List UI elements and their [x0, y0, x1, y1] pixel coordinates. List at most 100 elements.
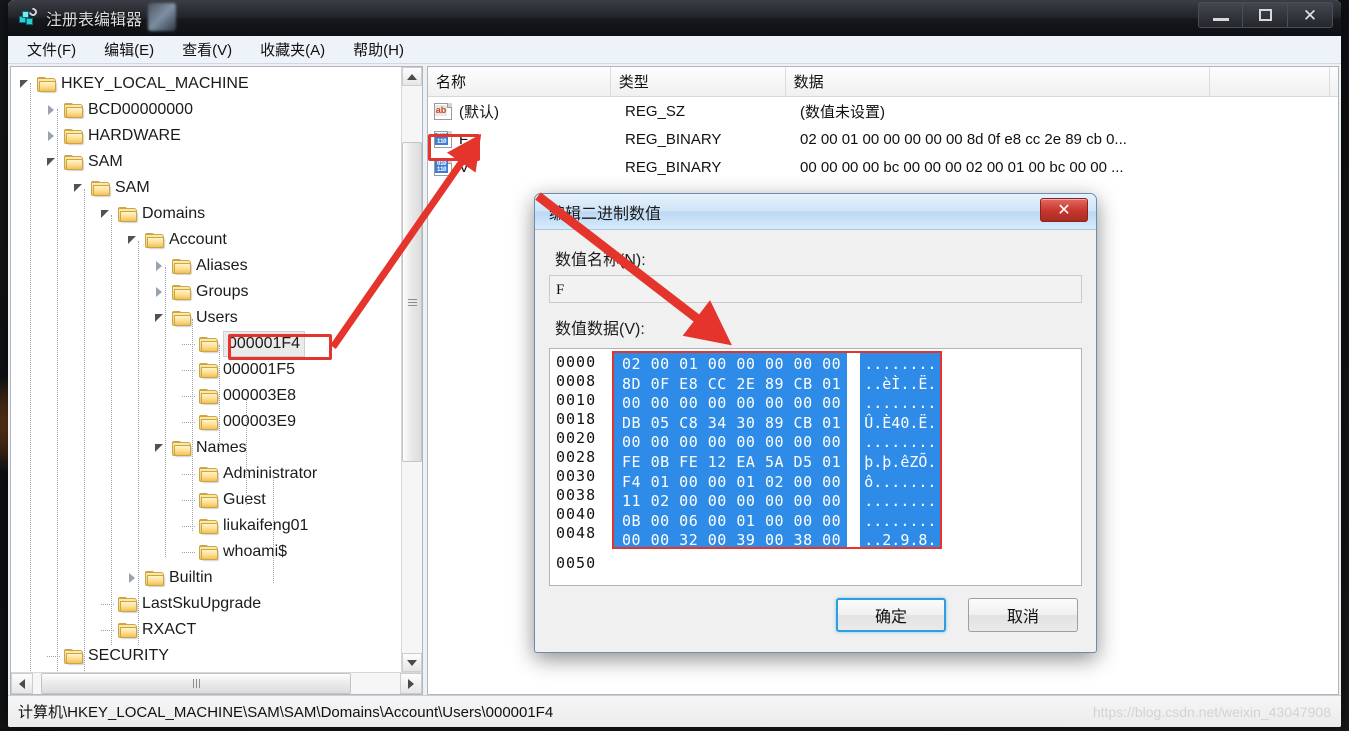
tree-node[interactable]: SAM	[11, 149, 401, 175]
tree-node-label: RXACT	[142, 621, 197, 638]
tree-node[interactable]: Groups	[11, 279, 401, 305]
tree-node[interactable]: RXACT	[11, 617, 401, 643]
folder-icon	[118, 622, 137, 638]
tree-node[interactable]: Guest	[11, 487, 401, 513]
cell-value-data: (数值未设置)	[800, 103, 885, 121]
expand-triangle-icon[interactable]	[44, 97, 58, 123]
scroll-right-button[interactable]	[400, 673, 422, 694]
tree-node[interactable]: Names	[11, 435, 401, 461]
tree-connector	[182, 422, 195, 423]
maximize-button[interactable]	[1243, 2, 1288, 28]
table-row[interactable]: 010 110 F REG_BINARY 02 00 01 00 00 00 00 00…	[428, 125, 1338, 153]
tree-node[interactable]: 000001F4	[11, 331, 401, 357]
tree-connector	[182, 552, 195, 553]
tree-node[interactable]: 000003E8	[11, 383, 401, 409]
tree-node[interactable]: HKEY_LOCAL_MACHINE	[11, 71, 401, 97]
tree-node[interactable]: BCD00000000	[11, 97, 401, 123]
menu-help[interactable]: 帮助(H)	[350, 37, 407, 62]
hex-selection-region[interactable]: 02 00 01 00 00 00 00 00 8D 0F E8 CC 2E 8…	[612, 351, 943, 549]
tree-connector	[182, 396, 195, 397]
dialog-close-icon[interactable]: ✕	[1040, 198, 1088, 222]
tree-node-label: 000003E8	[223, 387, 296, 404]
tree-guide-line	[192, 319, 193, 531]
folder-icon	[199, 414, 218, 430]
expand-triangle-icon[interactable]	[125, 565, 139, 591]
scroll-left-button[interactable]	[11, 673, 33, 694]
tree-node[interactable]: Aliases	[11, 253, 401, 279]
scroll-thumb[interactable]	[402, 142, 422, 462]
value-name-label: 数值名称(N):	[555, 252, 646, 269]
collapse-triangle-icon[interactable]	[152, 305, 166, 331]
dialog-footer: 确定 取消	[535, 586, 1096, 652]
collapse-triangle-icon[interactable]	[125, 227, 139, 253]
expand-triangle-icon[interactable]	[44, 123, 58, 149]
tree-node-label: Users	[196, 309, 238, 326]
close-button[interactable]: ✕	[1288, 2, 1333, 28]
tree-horizontal-scrollbar[interactable]	[11, 672, 422, 694]
tree-node[interactable]: Users	[11, 305, 401, 331]
column-header-type[interactable]: 类型	[611, 67, 786, 96]
annotation-box-f-value	[428, 134, 480, 161]
folder-icon	[172, 310, 191, 326]
column-header-data[interactable]: 数据	[786, 67, 1211, 96]
tree-node[interactable]: liukaifeng01	[11, 513, 401, 539]
expand-triangle-icon[interactable]	[152, 279, 166, 305]
collapse-triangle-icon[interactable]	[44, 149, 58, 175]
tree-node[interactable]: Account	[11, 227, 401, 253]
scroll-down-button[interactable]	[402, 653, 422, 672]
collapse-triangle-icon[interactable]	[17, 71, 31, 97]
table-row[interactable]: 010 110 V REG_BINARY 00 00 00 00 bc 00 00 00…	[428, 153, 1338, 181]
tree-node[interactable]: SECURITY	[11, 643, 401, 669]
scroll-up-button[interactable]	[402, 67, 422, 86]
hscroll-thumb[interactable]	[41, 673, 351, 694]
menu-file[interactable]: 文件(F)	[24, 37, 79, 62]
ok-button[interactable]: 确定	[836, 598, 946, 632]
folder-icon	[199, 466, 218, 482]
tree-node-label: liukaifeng01	[223, 517, 309, 534]
tree-connector	[101, 604, 114, 605]
column-header-filler2	[1330, 67, 1338, 96]
tree-node[interactable]: Builtin	[11, 565, 401, 591]
tree-node[interactable]: 000003E9	[11, 409, 401, 435]
tree-guide-line	[246, 397, 247, 505]
collapse-triangle-icon[interactable]	[152, 435, 166, 461]
tree-node-label: Groups	[196, 283, 249, 300]
column-header-name[interactable]: 名称	[428, 67, 611, 96]
tree-node[interactable]: LastSkuUpgrade	[11, 591, 401, 617]
tree-node[interactable]: Domains	[11, 201, 401, 227]
folder-icon	[172, 284, 191, 300]
folder-icon	[118, 206, 137, 222]
tree-node[interactable]: SAM	[11, 175, 401, 201]
tree-node[interactable]: HARDWARE	[11, 123, 401, 149]
hex-bytes-column[interactable]: 02 00 01 00 00 00 00 00 8D 0F E8 CC 2E 8…	[614, 353, 848, 549]
value-data-label: 数值数据(V):	[555, 321, 645, 338]
hex-ascii-column[interactable]: ........ ..èÌ..Ë. ........ Û.È40.Ë. ....…	[860, 353, 941, 549]
tree-node[interactable]: 000001F5	[11, 357, 401, 383]
collapse-triangle-icon[interactable]	[98, 201, 112, 227]
tree-vertical-scrollbar[interactable]	[401, 67, 422, 672]
dialog-title: 编辑二进制数值	[549, 205, 662, 223]
cancel-button[interactable]: 取消	[968, 598, 1078, 632]
folder-icon	[199, 362, 218, 378]
minimize-button[interactable]	[1198, 2, 1243, 28]
tree-node[interactable]: whoami$	[11, 539, 401, 565]
titlebar-thumbnail	[148, 3, 176, 31]
scroll-track[interactable]	[402, 86, 422, 653]
hex-editor[interactable]: 0000 0008 0010 0018 0020 0028 0030 0038 …	[549, 348, 1082, 586]
tree-node[interactable]: Administrator	[11, 461, 401, 487]
tree-node-label: 000003E9	[223, 413, 296, 430]
tree-node-label: Domains	[142, 205, 206, 222]
expand-triangle-icon[interactable]	[152, 253, 166, 279]
menu-view[interactable]: 查看(V)	[179, 37, 235, 62]
menu-favorites[interactable]: 收藏夹(A)	[257, 37, 328, 62]
annotation-box-tree-key	[228, 334, 332, 360]
value-name-input[interactable]: F	[549, 275, 1082, 303]
registry-tree[interactable]: HKEY_LOCAL_MACHINE BCD00000000 HARDWARE SAM…	[11, 67, 401, 672]
collapse-triangle-icon[interactable]	[71, 175, 85, 201]
tree-node-label: 000001F5	[223, 361, 296, 378]
table-row[interactable]: ab (默认) REG_SZ (数值未设置)	[428, 97, 1338, 125]
menu-edit[interactable]: 编辑(E)	[101, 37, 157, 62]
hscroll-track[interactable]	[33, 673, 400, 694]
tree-node-label: Administrator	[223, 465, 318, 482]
folder-icon	[172, 258, 191, 274]
